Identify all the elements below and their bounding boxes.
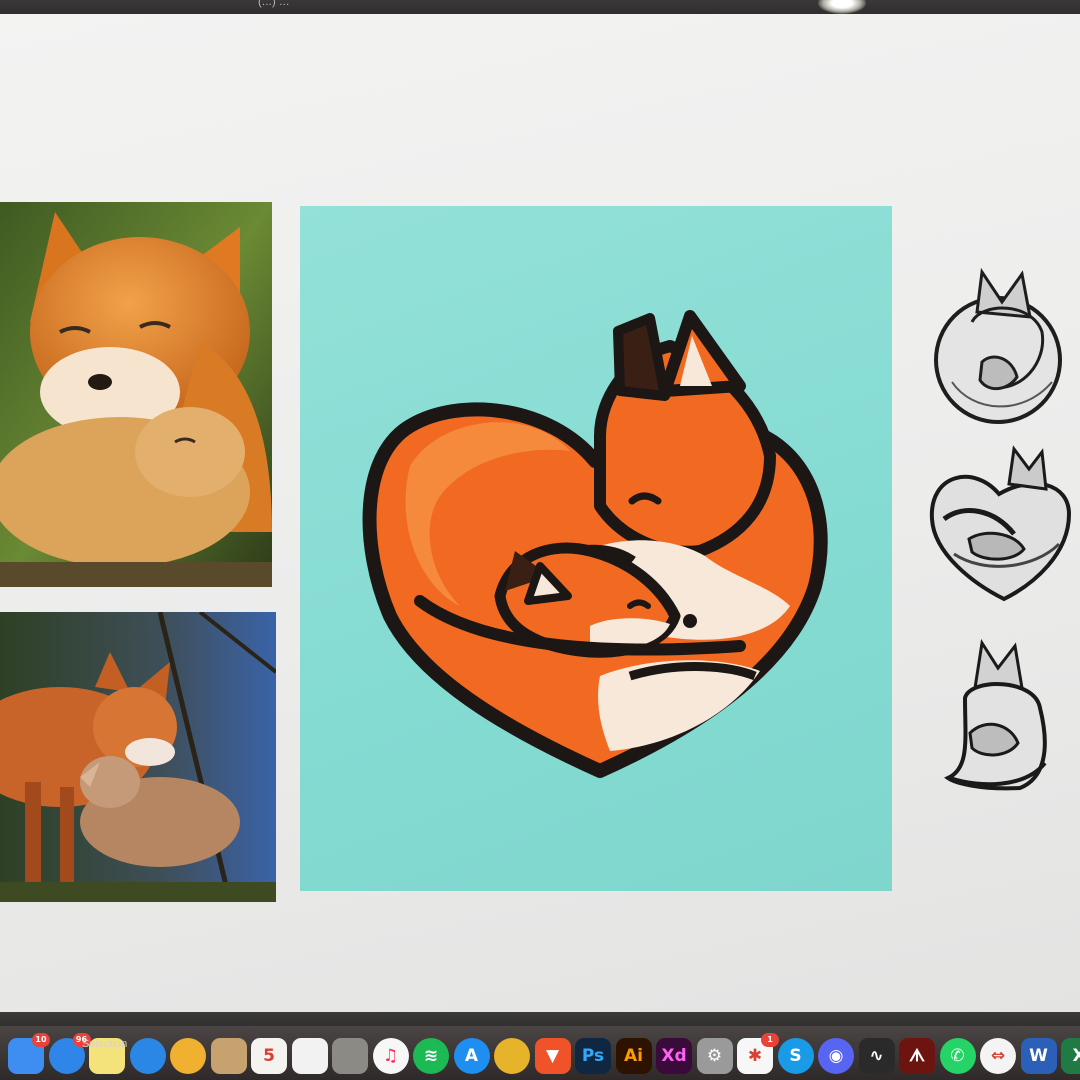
photos-icon[interactable] bbox=[170, 1038, 206, 1074]
word-glyph: W bbox=[1029, 1046, 1048, 1066]
safari-icon[interactable] bbox=[129, 1038, 166, 1074]
whatsapp-glyph: ✆ bbox=[950, 1046, 965, 1066]
activity-monitor-icon[interactable]: ∿ bbox=[858, 1038, 895, 1074]
app-store-icon[interactable]: A bbox=[453, 1038, 490, 1074]
finder-icon[interactable]: 10 bbox=[8, 1033, 50, 1074]
artboard-canvas[interactable] bbox=[0, 14, 1080, 1014]
slack-glyph: ✱ bbox=[747, 1046, 763, 1066]
slack-icon[interactable]: ✱ 1 bbox=[737, 1033, 779, 1074]
excel-icon[interactable]: X bbox=[1061, 1038, 1080, 1074]
discord-icon[interactable]: ◉ bbox=[818, 1038, 854, 1074]
app-store-glyph: A bbox=[464, 1046, 479, 1066]
discord-glyph: ◉ bbox=[828, 1046, 844, 1066]
sketch-concept-heart-fox[interactable] bbox=[924, 444, 1076, 604]
excel-glyph: X bbox=[1072, 1046, 1080, 1066]
illustrator-glyph: Ai bbox=[624, 1046, 643, 1066]
whatsapp-icon[interactable]: ✆ bbox=[939, 1038, 976, 1074]
skype-icon[interactable]: S bbox=[777, 1038, 814, 1074]
skype-glyph: S bbox=[789, 1046, 802, 1066]
contacts-icon[interactable] bbox=[210, 1038, 247, 1074]
mail-icon[interactable]: 96 bbox=[48, 1033, 91, 1074]
reference-photo-fox-and-cub-standing[interactable] bbox=[0, 612, 276, 902]
music-glyph: ♫ bbox=[382, 1046, 399, 1066]
system-preferences-icon[interactable]: ⚙ bbox=[696, 1038, 733, 1074]
photoshop-icon[interactable]: Ps bbox=[575, 1038, 611, 1074]
activity-monitor-glyph: ∿ bbox=[869, 1046, 884, 1066]
sketch-concept-sitting-fox[interactable] bbox=[940, 638, 1060, 798]
calendar-glyph: 5 bbox=[263, 1046, 275, 1066]
chrome-icon[interactable] bbox=[494, 1038, 530, 1074]
reminders-icon[interactable] bbox=[291, 1038, 328, 1074]
brave-glyph: ▼ bbox=[545, 1046, 560, 1066]
notification-badge: 10 bbox=[32, 1033, 50, 1047]
calendar-icon[interactable]: 5 bbox=[251, 1038, 287, 1074]
brave-icon[interactable]: ▼ bbox=[534, 1038, 571, 1074]
reference-photo-fox-and-cub-resting[interactable] bbox=[0, 202, 272, 587]
photoshop-glyph: Ps bbox=[581, 1046, 605, 1066]
xd-icon[interactable]: Xd bbox=[656, 1038, 692, 1074]
acrobat-glyph: ᗑ bbox=[909, 1046, 925, 1066]
xd-glyph: Xd bbox=[661, 1046, 687, 1066]
window-title: (...) ... bbox=[258, 0, 290, 8]
teamviewer-glyph: ⇔ bbox=[990, 1046, 1006, 1066]
acrobat-icon[interactable]: ᗑ bbox=[899, 1038, 935, 1074]
stickies-icon[interactable] bbox=[332, 1038, 368, 1074]
sketch-concept-round-fox[interactable] bbox=[932, 262, 1070, 430]
macos-dock: 10 96 5 ♫ ≋ A ▼ Ps Ai Xd ⚙ ✱ 1 S ◉ ∿ ᗑ ✆ ⇔ W X bbox=[0, 1026, 1080, 1080]
teamviewer-icon[interactable]: ⇔ bbox=[980, 1038, 1016, 1074]
spotify-icon[interactable]: ≋ bbox=[413, 1038, 449, 1074]
fox-heart-logo-illustration bbox=[362, 310, 828, 778]
music-icon[interactable]: ♫ bbox=[372, 1038, 409, 1074]
spotify-glyph: ≋ bbox=[423, 1046, 439, 1066]
notification-badge: 1 bbox=[761, 1033, 779, 1047]
fox-heart-logo-card[interactable] bbox=[300, 206, 892, 891]
system-preferences-glyph: ⚙ bbox=[706, 1046, 723, 1066]
tool-mode-label: Selection bbox=[82, 1038, 128, 1050]
illustrator-icon[interactable]: Ai bbox=[615, 1038, 652, 1074]
word-icon[interactable]: W bbox=[1020, 1038, 1057, 1074]
